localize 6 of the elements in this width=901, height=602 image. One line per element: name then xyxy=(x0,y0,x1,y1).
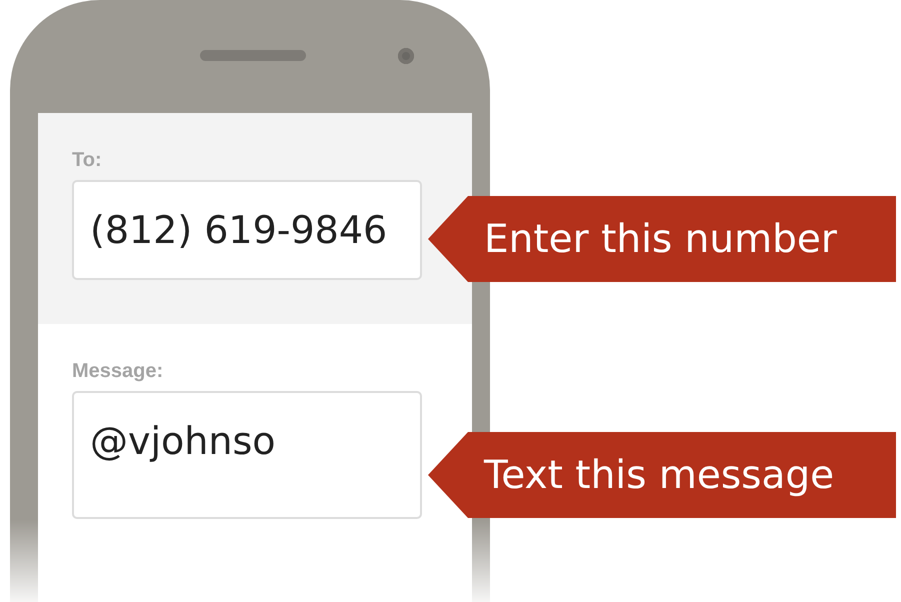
to-label: To: xyxy=(72,149,103,172)
input-field[interactable]: (812) 619-9846 xyxy=(72,180,422,280)
callout-banner: Enter this number xyxy=(428,196,896,282)
callout-banner: Text this message xyxy=(428,432,896,518)
message-label: Message: xyxy=(72,360,164,383)
message-field[interactable]: @vjohnso xyxy=(72,391,422,519)
